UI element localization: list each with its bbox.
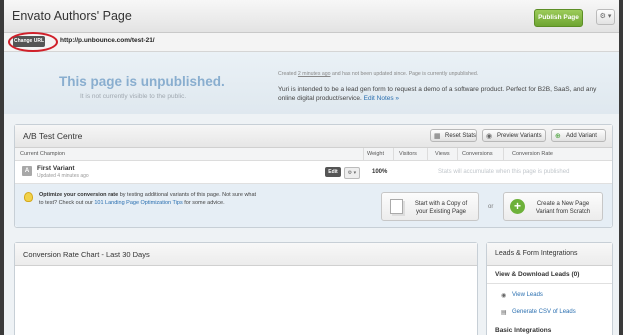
page-title: Envato Authors' Page (12, 9, 132, 23)
leads-integrations-panel: Leads & Form Integrations View & Downloa… (486, 242, 613, 335)
col-divider (393, 148, 394, 160)
col-conversion-rate: Conversion Rate (512, 151, 553, 157)
col-views: Views (435, 151, 450, 157)
publish-page-button[interactable]: Publish Page (534, 9, 583, 27)
table-row: A First Variant Updated 4 minutes ago Ed… (15, 161, 612, 184)
optimization-tip-area: Optimize your conversion rate by testing… (15, 184, 612, 227)
leads-panel-header: Leads & Form Integrations (487, 243, 612, 266)
change-url-button[interactable]: Change URL (13, 36, 45, 47)
col-divider (503, 148, 504, 160)
reset-stats-button[interactable]: ▦ Reset Stats (430, 129, 477, 142)
ab-test-header: A/B Test Centre ▦ Reset Stats ◉ Preview … (15, 125, 612, 148)
tip-suffix: for some advice. (184, 200, 225, 206)
reset-stats-label: Reset Stats (445, 133, 477, 139)
preview-variants-button[interactable]: ◉ Preview Variants (482, 129, 546, 142)
optimization-tips-link[interactable]: 101 Landing Page Optimization Tips (94, 200, 182, 206)
app-frame: Envato Authors' Page Publish Page ⚙ ▾ Ch… (4, 0, 619, 335)
col-divider (363, 148, 364, 160)
new-label-line2: Variant from Scratch (535, 209, 591, 215)
create-new-variant-button[interactable]: + Create a New Page Variant from Scratch (503, 192, 603, 221)
col-conversions: Conversions (462, 151, 493, 157)
col-divider (427, 148, 428, 160)
copy-existing-label: Start with a Copy of your Existing Page (410, 200, 472, 216)
page-url-link[interactable]: http://p.unbounce.com/test-21/ (60, 37, 155, 44)
unpublished-title: This page is unpublished. (59, 74, 225, 89)
copy-page-icon (390, 199, 403, 214)
col-divider (457, 148, 458, 160)
col-visitors: Visitors (399, 151, 417, 157)
created-suffix: and has not been updated since. Page is … (331, 71, 479, 77)
col-weight: Weight (367, 151, 385, 157)
variant-name-link[interactable]: First Variant (37, 165, 75, 172)
edit-notes-link[interactable]: Edit Notes » (364, 95, 399, 102)
optimization-tip: Optimize your conversion rate by testing… (39, 191, 259, 207)
preview-variants-label: Preview Variants (497, 133, 542, 139)
plus-circle-icon: + (510, 199, 525, 214)
new-label-line1: Create a New Page (536, 201, 590, 207)
url-bar: Change URL http://p.unbounce.com/test-21… (4, 32, 619, 52)
add-variant-label: Add Variant (566, 133, 597, 139)
copy-existing-page-button[interactable]: Start with a Copy of your Existing Page (381, 192, 479, 221)
eye-icon: ◉ (501, 293, 507, 299)
view-download-section: View & Download Leads (0) (487, 266, 612, 284)
or-separator: or (488, 204, 494, 210)
settings-gear-button[interactable]: ⚙ ▾ (596, 9, 615, 25)
variant-options-dropdown[interactable]: ⚙ ▾ (344, 167, 360, 179)
view-leads-link[interactable]: View Leads (512, 292, 543, 298)
copy-label-line2: your Existing Page (415, 209, 467, 215)
conversion-chart-panel: Conversion Rate Chart - Last 30 Days (14, 242, 478, 335)
add-variant-button[interactable]: ⊕ Add Variant (551, 129, 606, 142)
variant-weight: 100% (372, 169, 388, 175)
eye-icon: ◉ (486, 133, 493, 140)
created-prefix: Created (278, 71, 297, 77)
chart-panel-header: Conversion Rate Chart - Last 30 Days (15, 243, 477, 266)
tip-bold: Optimize your conversion rate (39, 192, 119, 198)
edit-variant-button[interactable]: Edit (325, 167, 341, 177)
created-info: Created 2 minutes ago and has not been u… (278, 71, 478, 77)
description-text: Yuri is intended to be a lead gen form t… (278, 86, 597, 102)
copy-label-line1: Start with a Copy of (414, 201, 468, 207)
view-download-heading: View & Download Leads (0) (495, 271, 580, 278)
top-bar: Envato Authors' Page Publish Page ⚙ ▾ (4, 0, 619, 33)
leads-panel-title: Leads & Form Integrations (495, 250, 578, 257)
variant-letter-badge: A (22, 166, 32, 176)
table-icon: ▦ (434, 133, 441, 140)
created-time-link[interactable]: 2 minutes ago (298, 71, 331, 77)
unpublished-subtitle: It is not currently visible to the publi… (80, 93, 187, 100)
plus-icon: ⊕ (555, 133, 561, 140)
col-champion: Current Champion (20, 151, 65, 157)
ab-test-title: A/B Test Centre (23, 131, 83, 141)
generate-csv-link[interactable]: Generate CSV of Leads (512, 309, 576, 315)
variant-updated-time: Updated 4 minutes ago (37, 173, 89, 179)
unpublished-banner: This page is unpublished. It is not curr… (4, 52, 619, 114)
create-new-label: Create a New Page Variant from Scratch (532, 200, 594, 216)
basic-integrations-heading: Basic Integrations (495, 327, 552, 334)
lightbulb-icon (24, 192, 33, 202)
chart-panel-title: Conversion Rate Chart - Last 30 Days (23, 250, 150, 259)
stats-message: Stats will accumulate when this page is … (438, 169, 570, 175)
csv-icon: ▤ (501, 310, 507, 316)
ab-test-centre: A/B Test Centre ▦ Reset Stats ◉ Preview … (14, 124, 613, 228)
variant-table-header: Current Champion Weight Visitors Views C… (15, 148, 612, 161)
page-description: Yuri is intended to be a lead gen form t… (278, 85, 608, 103)
